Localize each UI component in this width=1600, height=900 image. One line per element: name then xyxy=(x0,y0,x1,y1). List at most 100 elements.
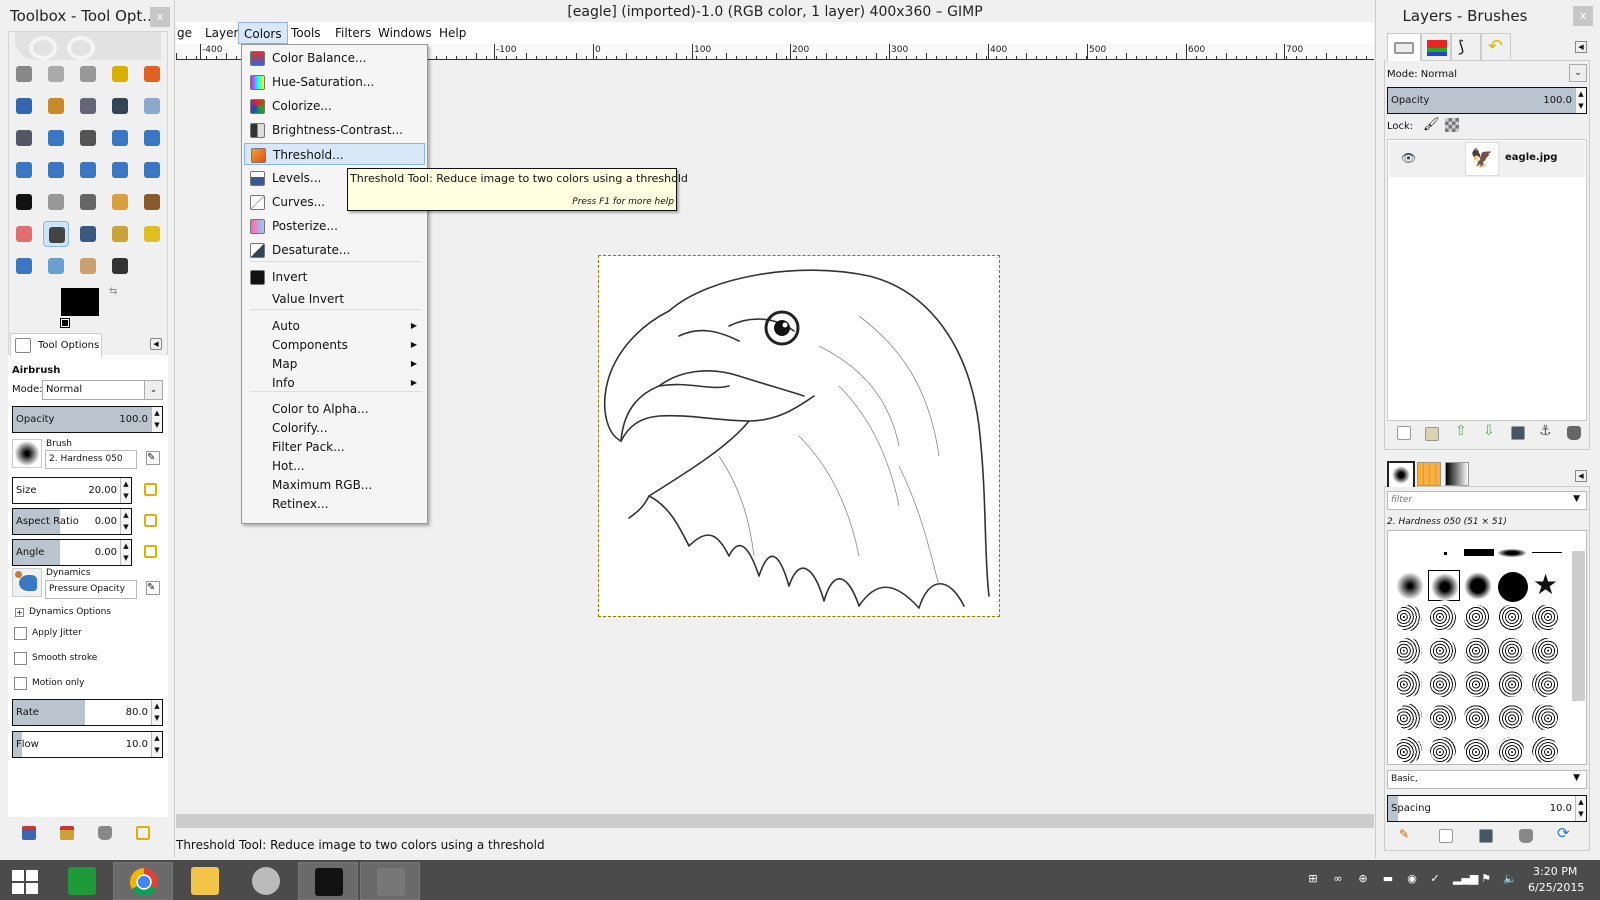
tab-channels[interactable] xyxy=(1421,33,1451,61)
brush-cell[interactable] xyxy=(1530,636,1562,667)
tab-layers[interactable] xyxy=(1387,33,1421,61)
lock-pixels-icon[interactable]: 🖌 xyxy=(1423,117,1440,132)
tool-select-by-color[interactable] xyxy=(139,61,165,87)
tool-airbrush[interactable] xyxy=(43,221,69,247)
brush-cell[interactable] xyxy=(1428,537,1460,568)
brush-cell[interactable] xyxy=(1428,669,1460,700)
duplicate-layer-icon[interactable] xyxy=(1511,426,1525,440)
tool-ink[interactable] xyxy=(75,221,101,247)
volume-icon[interactable]: 🔈 xyxy=(1502,872,1518,886)
spin-arrows[interactable]: ▲ ▼ xyxy=(1575,88,1586,113)
menu-item-hue-saturation[interactable]: Hue-Saturation... xyxy=(244,71,425,93)
menu-layer[interactable]: Layer xyxy=(200,22,243,44)
menu-filters[interactable]: Filters xyxy=(330,22,376,44)
menu-item-desaturate[interactable]: Desaturate... xyxy=(244,239,425,261)
brush-preview[interactable] xyxy=(12,439,42,468)
menu-help[interactable]: Help xyxy=(434,22,471,44)
configure-tab-button[interactable]: ◀ xyxy=(150,338,162,350)
brush-cell[interactable] xyxy=(1428,603,1460,634)
spin-arrows[interactable]: ▲ ▼ xyxy=(151,732,162,757)
aspect-slider[interactable]: Aspect Ratio 0.00 ▲ ▼ xyxy=(12,508,132,535)
lock-alpha-icon[interactable] xyxy=(1445,118,1459,132)
size-slider[interactable]: Size 20.00 ▲ ▼ xyxy=(12,477,132,504)
menu-item-posterize[interactable]: Posterize... xyxy=(244,215,425,237)
spin-arrows[interactable]: ▲ ▼ xyxy=(120,478,131,503)
dropdown-arrow-icon[interactable]: ▼ xyxy=(1573,494,1580,504)
spin-arrows[interactable]: ▲ ▼ xyxy=(151,407,162,432)
brush-cell[interactable] xyxy=(1462,537,1494,568)
brush-cell[interactable] xyxy=(1462,669,1494,700)
brush-cell[interactable] xyxy=(1428,570,1460,601)
brush-field[interactable]: 2. Hardness 050 xyxy=(45,450,137,469)
clock-time[interactable]: 3:20 PM xyxy=(1533,865,1577,878)
raise-layer-icon[interactable]: ⇧ xyxy=(1455,423,1467,439)
refresh-brushes-icon[interactable]: ⟳ xyxy=(1557,824,1570,842)
brush-cell[interactable] xyxy=(1428,636,1460,667)
brush-cell[interactable] xyxy=(1394,636,1426,667)
new-brush-icon[interactable] xyxy=(1439,829,1453,843)
configure-tab-button[interactable]: ◀ xyxy=(1575,470,1587,482)
brush-cell[interactable] xyxy=(1496,570,1528,602)
dynamics-field[interactable]: Pressure Opacity xyxy=(45,580,137,599)
taskbar-speaker-app[interactable] xyxy=(236,862,296,900)
spin-arrows[interactable]: ▲ ▼ xyxy=(120,540,131,565)
edit-dynamics-icon[interactable]: ✎ xyxy=(146,581,160,595)
brush-grid-scrollbar[interactable] xyxy=(1572,551,1585,701)
save-options-icon[interactable] xyxy=(22,826,36,840)
tool-scale[interactable] xyxy=(11,157,37,183)
tool-text[interactable] xyxy=(11,189,37,215)
tool-blur-sharpen[interactable] xyxy=(43,253,69,279)
tool-clone[interactable] xyxy=(107,221,133,247)
tool-ellipse-select[interactable] xyxy=(43,61,69,87)
brush-cell[interactable] xyxy=(1530,669,1562,700)
taskbar-gimp[interactable] xyxy=(360,862,420,900)
tool-paintbrush[interactable] xyxy=(139,189,165,215)
delete-brush-icon[interactable] xyxy=(1519,829,1533,843)
tool-bucket-fill[interactable] xyxy=(43,189,69,215)
tool-move[interactable] xyxy=(43,125,69,151)
tab-patterns[interactable] xyxy=(1417,462,1441,486)
brush-cell[interactable] xyxy=(1530,735,1562,764)
add-icon[interactable]: ⊕ xyxy=(1355,872,1371,886)
default-colors-icon[interactable] xyxy=(60,318,70,328)
brush-cell[interactable] xyxy=(1530,603,1562,634)
spin-arrows[interactable]: ▲ ▼ xyxy=(120,509,131,534)
tool-perspective[interactable] xyxy=(75,157,101,183)
tool-foreground-select[interactable] xyxy=(43,93,69,119)
mode-select[interactable]: Normal ⌄ xyxy=(42,380,163,400)
brush-cell[interactable] xyxy=(1462,702,1494,733)
taskbar-start[interactable] xyxy=(0,862,60,900)
flow-slider[interactable]: Flow 10.0 ▲ ▼ xyxy=(12,731,163,758)
dock-close-button[interactable]: x xyxy=(1573,6,1593,26)
tool-rotate[interactable] xyxy=(139,125,165,151)
action-center-flag-icon[interactable]: ⊞ xyxy=(1305,872,1321,886)
reset-options-icon[interactable] xyxy=(136,826,150,840)
brush-tag-input[interactable]: Basic, ▼ xyxy=(1387,770,1587,789)
layer-opacity-slider[interactable]: Opacity 100.0 ▲ ▼ xyxy=(1387,87,1587,114)
tool-crop[interactable] xyxy=(107,125,133,151)
motion-only-checkbox[interactable] xyxy=(14,677,27,690)
menu-item-invert[interactable]: Invert xyxy=(244,266,425,288)
smooth-stroke-checkbox[interactable] xyxy=(14,652,27,665)
tool-eraser[interactable] xyxy=(11,221,37,247)
tab-tool-options[interactable]: Tool Options xyxy=(10,333,102,357)
brush-cell[interactable] xyxy=(1394,669,1426,700)
taskbar-store[interactable] xyxy=(52,862,112,900)
tool-align[interactable] xyxy=(75,125,101,151)
opacity-slider[interactable]: Opacity 100.0 ▲ ▼ xyxy=(12,406,163,433)
edit-brush-icon[interactable]: ✎ xyxy=(1399,827,1409,841)
brush-cell[interactable] xyxy=(1462,735,1494,764)
layer-mode-select[interactable]: Mode: Normal xyxy=(1387,69,1457,80)
delete-layer-icon[interactable] xyxy=(1567,426,1581,440)
tool-shear[interactable] xyxy=(43,157,69,183)
tool-perspective-clone[interactable] xyxy=(11,253,37,279)
brush-cell[interactable] xyxy=(1496,669,1528,700)
taskbar-file-explorer[interactable] xyxy=(175,862,235,900)
restore-options-icon[interactable] xyxy=(60,826,74,840)
tool-free-select[interactable] xyxy=(75,61,101,87)
menu-item-threshold[interactable]: Threshold... xyxy=(244,143,425,165)
brush-cell[interactable] xyxy=(1496,702,1528,733)
brush-cell[interactable] xyxy=(1462,603,1494,634)
new-layer-group-icon[interactable] xyxy=(1425,427,1439,441)
delete-options-icon[interactable] xyxy=(98,826,112,840)
